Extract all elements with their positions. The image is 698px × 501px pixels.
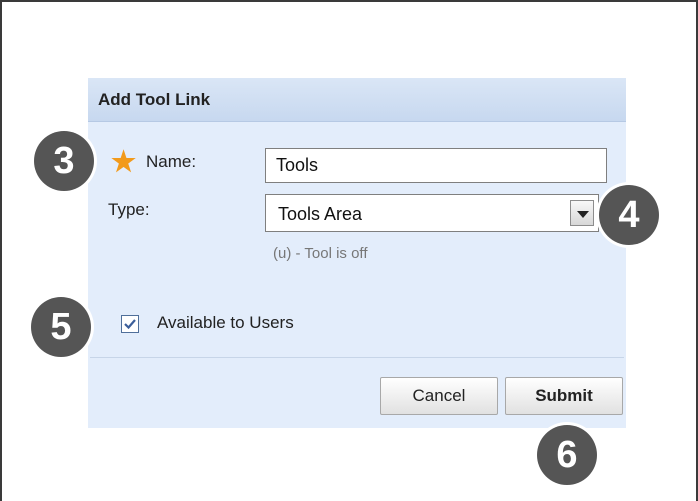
chevron-down-icon[interactable] xyxy=(570,200,594,226)
callout-badge-6: 6 xyxy=(537,425,597,485)
panel-title: Add Tool Link xyxy=(98,90,211,109)
type-select[interactable]: Tools Area xyxy=(265,194,599,232)
panel-header: Add Tool Link xyxy=(88,78,626,122)
checkmark-icon xyxy=(124,319,136,330)
available-to-users-label: Available to Users xyxy=(157,313,294,332)
type-label: Type: xyxy=(108,200,150,219)
callout-badge-4: 4 xyxy=(599,185,659,245)
cancel-button[interactable]: Cancel xyxy=(380,377,498,415)
required-star-icon: ★ xyxy=(111,146,137,177)
name-input[interactable] xyxy=(265,148,607,183)
name-label: Name: xyxy=(146,152,197,171)
type-hint: (u) - Tool is off xyxy=(273,245,368,262)
type-selected-value: Tools Area xyxy=(278,204,363,224)
divider xyxy=(90,357,624,358)
available-to-users-checkbox[interactable] xyxy=(121,315,139,333)
callout-badge-5: 5 xyxy=(31,297,91,357)
callout-badge-3: 3 xyxy=(34,131,94,191)
submit-button[interactable]: Submit xyxy=(505,377,623,415)
